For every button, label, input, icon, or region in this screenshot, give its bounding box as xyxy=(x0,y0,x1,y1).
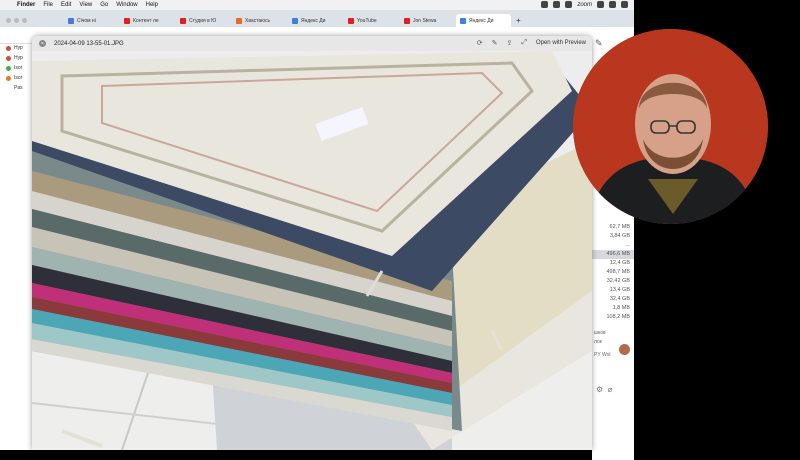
right-text: PY Wol xyxy=(594,352,611,358)
file-size: 496,6 MB xyxy=(592,250,634,259)
browser-tab[interactable]: Хвастаюсь xyxy=(232,14,287,27)
favicon-icon xyxy=(68,17,74,24)
browser-tab[interactable]: Січом ні xyxy=(64,14,119,27)
file-size-list: 62,7 MB 3,84 GB... 496,6 MB 12,4 GB 498,7 MB… xyxy=(592,223,634,322)
status-icon[interactable] xyxy=(541,1,549,8)
tab-label: Яндекс Ди xyxy=(469,17,494,24)
tab-label: Хвастаюсь xyxy=(245,17,271,24)
status-dot-icon xyxy=(6,45,11,51)
file-size: 32,42 GB xyxy=(606,278,630,284)
file-size: 1,8 MB xyxy=(612,305,630,311)
menu-help[interactable]: Help xyxy=(146,2,158,8)
status-dot-icon xyxy=(6,55,11,61)
status-dot-icon xyxy=(6,65,11,71)
status-icon[interactable] xyxy=(553,1,561,8)
menu-edit[interactable]: Edit xyxy=(61,2,71,8)
file-size: 12,4 GB xyxy=(609,260,630,266)
window-controls xyxy=(0,14,64,27)
sidebar-item[interactable]: Нур xyxy=(0,43,34,53)
avatar[interactable] xyxy=(619,344,630,355)
rug-stack-photo xyxy=(32,51,592,450)
sidebar-item[interactable]: Pas xyxy=(0,83,34,93)
file-size: 62,7 MB xyxy=(609,224,630,230)
file-name: 2024-04-09 13-55-01.JPG xyxy=(54,40,124,47)
rotate-icon[interactable]: ⟳ xyxy=(477,39,483,47)
right-text: лок xyxy=(594,339,602,345)
presenter-video xyxy=(573,29,768,224)
favicon-icon xyxy=(180,17,186,24)
mail-sidebar: Нур Нур Isor Isor Pas xyxy=(0,43,34,123)
browser-tab[interactable]: Яндекс Ди xyxy=(288,14,343,27)
menu-window[interactable]: Window xyxy=(116,2,137,8)
quicklook-titlebar: × 2024-04-09 13-55-01.JPG ⟳ ✎ ⇪ ⤢ Open w… xyxy=(32,36,592,51)
menu-go[interactable]: Go xyxy=(100,2,108,8)
close-icon[interactable] xyxy=(6,18,11,23)
open-with-preview-button[interactable]: Open with Preview xyxy=(536,40,586,46)
status-area: zoom xyxy=(541,1,628,8)
favicon-icon xyxy=(348,17,354,24)
quicklook-window: × 2024-04-09 13-55-01.JPG ⟳ ✎ ⇪ ⤢ Open w… xyxy=(32,36,592,450)
favicon-icon xyxy=(292,17,298,24)
favicon-icon xyxy=(404,17,410,24)
tab-bar: Січом ні Контент ле Студия в Ю Хвастаюсь Янд… xyxy=(0,10,634,27)
sidebar-item[interactable]: Нур xyxy=(0,53,34,63)
file-size: 32,4 GB xyxy=(609,296,630,302)
favicon-icon xyxy=(236,17,242,24)
tab-label: Jon Stewa xyxy=(413,17,437,24)
minimize-icon[interactable] xyxy=(14,18,19,23)
status-dot-icon xyxy=(6,86,11,91)
menu-file[interactable]: File xyxy=(43,2,53,8)
status-icon[interactable] xyxy=(621,1,628,8)
status-icon[interactable] xyxy=(609,1,616,8)
markup-icon[interactable]: ✎ xyxy=(492,39,498,47)
close-icon[interactable]: × xyxy=(39,40,46,47)
file-size: 498,7 MB xyxy=(606,269,630,275)
menu-finder[interactable]: Finder xyxy=(17,2,35,8)
new-tab-icon[interactable]: + xyxy=(516,16,521,25)
quicklook-actions: ⟳ ✎ ⇪ ⤢ Open with Preview xyxy=(477,39,586,47)
file-size: ... xyxy=(625,242,630,248)
sidebar-item-label: Isor xyxy=(14,75,23,81)
sidebar-item[interactable]: Isor xyxy=(0,73,34,83)
sidebar-item-label: Нур xyxy=(14,55,23,61)
fullscreen-icon[interactable]: ⤢ xyxy=(521,39,527,47)
browser-tab[interactable]: YouTube xyxy=(344,14,399,27)
browser-tab[interactable]: Jon Stewa xyxy=(400,14,455,27)
settings-icon[interactable]: ⚙ ⌀ xyxy=(596,385,612,394)
compose-icon[interactable]: ✎ xyxy=(595,38,603,49)
tab-label: YouTube xyxy=(357,17,377,24)
browser-tab[interactable]: Яндекс Ди xyxy=(456,14,511,27)
zoom-status[interactable]: zoom xyxy=(577,2,592,8)
sidebar-item-label: Нур xyxy=(14,45,23,51)
share-icon[interactable]: ⇪ xyxy=(506,39,512,47)
sidebar-item[interactable]: Isor xyxy=(0,63,34,73)
tab-label: Контент ле xyxy=(133,17,159,24)
status-dot-icon xyxy=(6,75,11,81)
tabs: Січом ні Контент ле Студия в Ю Хвастаюсь Янд… xyxy=(64,14,512,27)
maximize-icon[interactable] xyxy=(22,18,27,23)
file-size: 108,2 MB xyxy=(606,314,630,320)
menu-view[interactable]: View xyxy=(79,2,92,8)
status-icon[interactable] xyxy=(597,1,604,8)
sidebar-item-label: Pas xyxy=(14,85,23,91)
webcam-overlay xyxy=(573,29,768,224)
right-text: шков xyxy=(594,330,606,336)
tab-label: Січом ні xyxy=(77,17,96,24)
file-size: 3,84 GB xyxy=(609,233,630,239)
tab-label: Яндекс Ди xyxy=(301,17,326,24)
tab-label: Студия в Ю xyxy=(189,17,217,24)
sidebar-item-label: Isor xyxy=(14,65,23,71)
status-icon[interactable] xyxy=(565,1,573,8)
browser-tab[interactable]: Контент ле xyxy=(120,14,175,27)
favicon-icon xyxy=(460,17,466,24)
browser-tab[interactable]: Студия в Ю xyxy=(176,14,231,27)
menu-bar: Finder File Edit View Go Window Help zoo… xyxy=(0,0,634,10)
file-size: 13,4 GB xyxy=(609,287,630,293)
favicon-icon xyxy=(124,17,130,24)
